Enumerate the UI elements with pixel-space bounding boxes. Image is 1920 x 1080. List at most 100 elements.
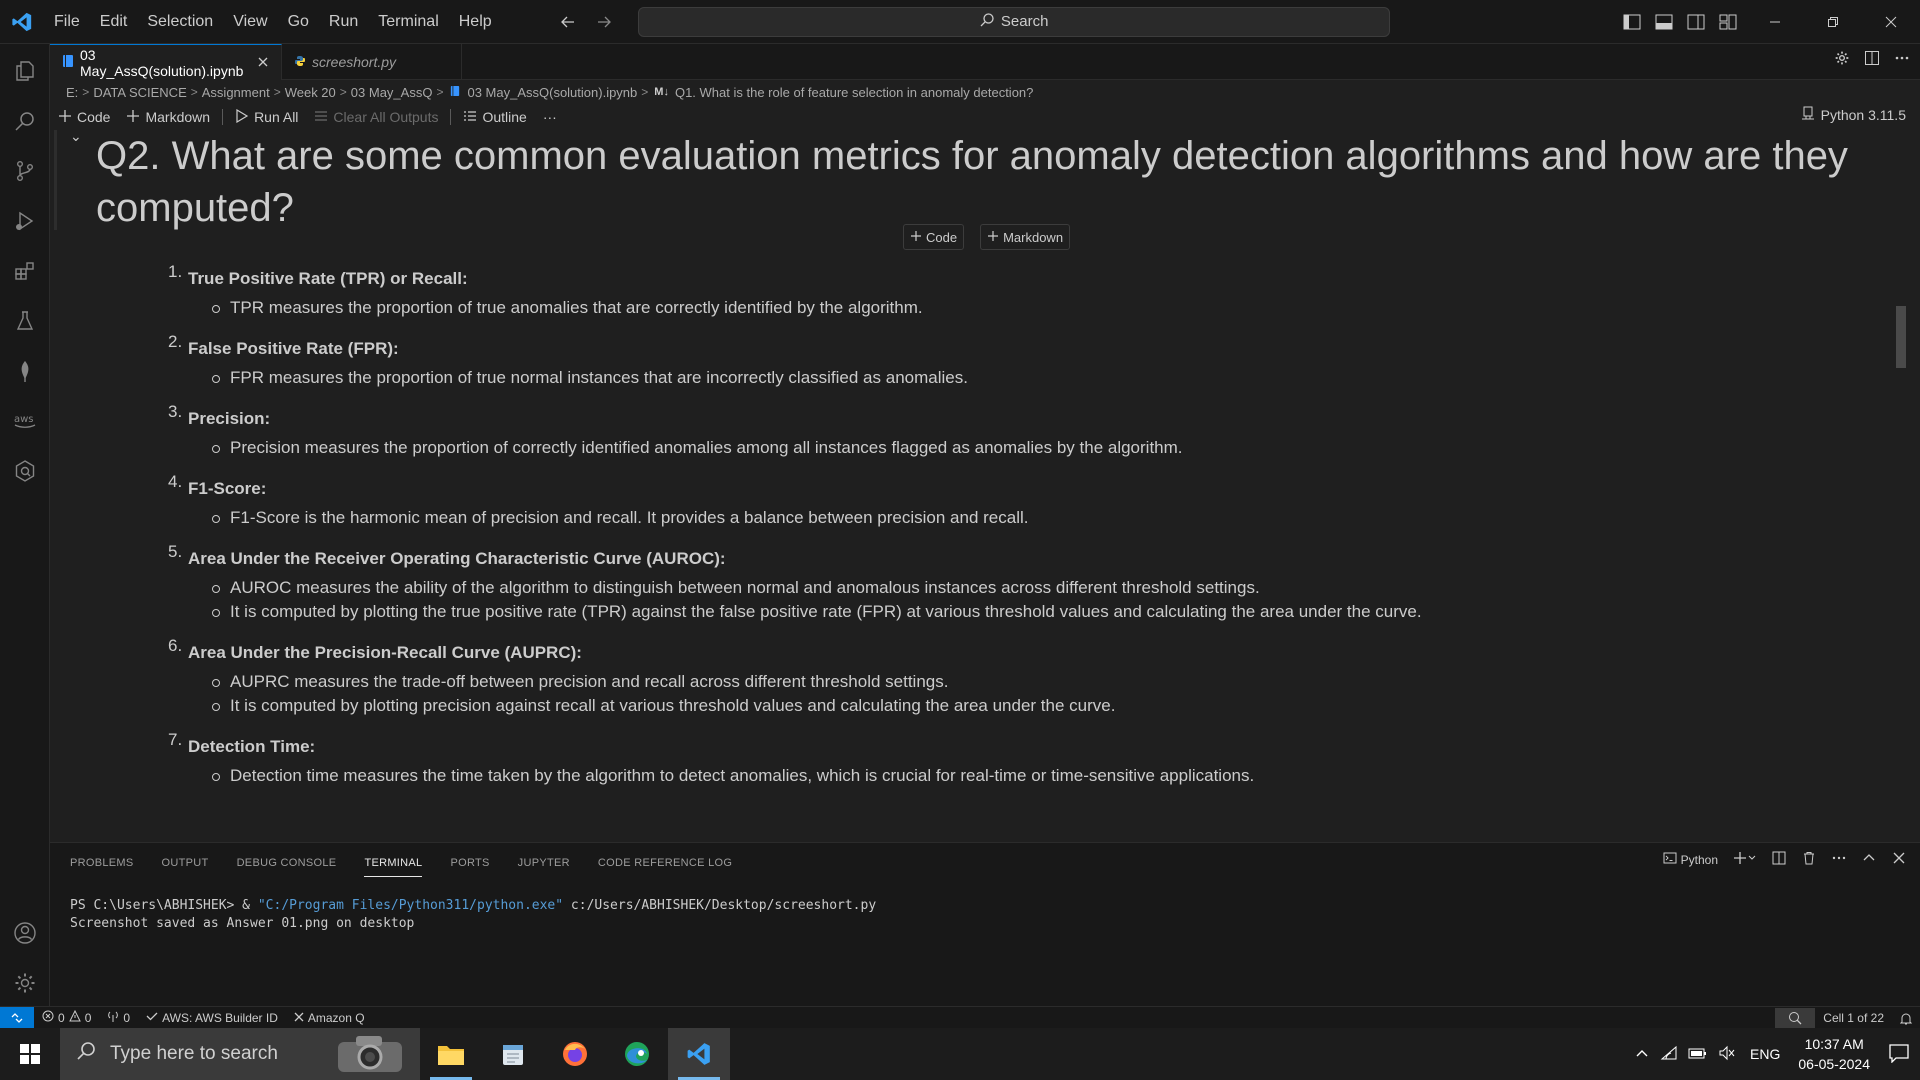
run-debug-icon[interactable] (0, 196, 50, 246)
breadcrumb-item[interactable]: Week 20 (285, 85, 336, 100)
button-label: Outline (482, 109, 527, 125)
notebook-settings-gear-icon[interactable] (1834, 50, 1850, 69)
menu-item-terminal[interactable]: Terminal (368, 7, 448, 37)
insert-markdown-cell-button[interactable]: Markdown (980, 224, 1071, 250)
kill-terminal-trash-icon[interactable] (1802, 851, 1816, 868)
menu-item-run[interactable]: Run (319, 7, 368, 37)
amazon-q-icon[interactable] (0, 446, 50, 496)
tab-notebook[interactable]: 03 May_AssQ(solution).ipynb (50, 44, 282, 80)
tab-screeshort-py[interactable]: screeshort.py (282, 44, 462, 80)
notifications-bell-icon[interactable] (1892, 1012, 1920, 1025)
toggle-panel-icon[interactable] (1652, 8, 1676, 36)
menu-item-edit[interactable]: Edit (90, 7, 138, 37)
bullet-text: AUROC measures the ability of the algori… (212, 576, 1820, 600)
amazon-q-status[interactable]: Amazon Q (286, 1011, 373, 1025)
toggle-primary-sidebar-icon[interactable] (1620, 8, 1644, 36)
notification-center-icon[interactable] (1888, 1043, 1910, 1066)
close-panel-icon[interactable] (1892, 851, 1906, 868)
breadcrumb-item[interactable]: 03 May_AssQ(solution).ipynb (467, 85, 637, 100)
breadcrumb-item[interactable]: 03 May_AssQ (351, 85, 433, 100)
more-actions-icon[interactable] (1894, 50, 1910, 69)
show-hidden-icons-chevron-icon[interactable] (1634, 1045, 1650, 1064)
close-tab-icon[interactable] (257, 55, 269, 71)
minimize-icon[interactable] (1746, 0, 1804, 44)
notebook-editor: ⌄ Q2. What are some common evaluation me… (50, 130, 1906, 840)
explorer-icon[interactable] (0, 46, 50, 96)
breadcrumb-item[interactable]: DATA SCIENCE (93, 85, 186, 100)
new-terminal-plus-icon[interactable] (1734, 851, 1756, 868)
panel-tab-code-reference-log[interactable]: CODE REFERENCE LOG (598, 855, 732, 877)
run-all-button[interactable]: Run All (227, 106, 306, 128)
speaker-muted-icon[interactable] (1718, 1045, 1736, 1064)
extensions-icon[interactable] (0, 246, 50, 296)
menu-item-help[interactable]: Help (449, 7, 502, 37)
add-markdown-cell-button[interactable]: Markdown (118, 106, 218, 128)
network-icon[interactable] (1660, 1045, 1678, 1064)
item-title: Precision: (188, 409, 271, 428)
terminal-shell-selector[interactable]: Python (1663, 851, 1718, 868)
file-explorer-taskbar-icon[interactable] (420, 1028, 482, 1080)
ports-status[interactable]: 0 (99, 1010, 138, 1025)
terminal-output[interactable]: PS C:\Users\ABHISHEK> & "C:/Program File… (70, 897, 876, 933)
panel-tab-problems[interactable]: PROBLEMS (70, 855, 134, 877)
title-bar: File Edit Selection View Go Run Terminal Help S… (0, 0, 1920, 44)
collapse-chevron-icon[interactable]: ⌄ (70, 130, 82, 145)
customize-layout-icon[interactable] (1716, 8, 1740, 36)
toolbar-divider (222, 109, 224, 125)
edge-taskbar-icon[interactable] (606, 1028, 668, 1080)
panel-tab-terminal[interactable]: TERMINAL (364, 855, 423, 877)
panel-more-icon[interactable] (1832, 851, 1846, 868)
split-terminal-icon[interactable] (1772, 851, 1786, 868)
breadcrumb-item[interactable]: Assignment (202, 85, 270, 100)
list-item: 7. Detection Time: Detection time measur… (120, 730, 1820, 788)
svg-text:aws: aws (14, 414, 34, 425)
manage-gear-icon[interactable] (0, 958, 50, 1008)
menu-item-view[interactable]: View (223, 7, 277, 37)
menu-item-go[interactable]: Go (278, 7, 319, 37)
menu-item-selection[interactable]: Selection (137, 7, 223, 37)
back-arrow-icon[interactable] (554, 8, 582, 36)
panel-tab-output[interactable]: OUTPUT (162, 855, 209, 877)
panel-tab-jupyter[interactable]: JUPYTER (518, 855, 570, 877)
notepad-taskbar-icon[interactable] (482, 1028, 544, 1080)
panel-tab-ports[interactable]: PORTS (450, 855, 489, 877)
windows-start-icon[interactable] (0, 1028, 60, 1080)
clear-all-outputs-button[interactable]: Clear All Outputs (306, 106, 446, 128)
zoom-icon[interactable] (1775, 1007, 1816, 1029)
source-control-icon[interactable] (0, 146, 50, 196)
firefox-taskbar-icon[interactable] (544, 1028, 606, 1080)
taskbar-search-box[interactable]: Type here to search (60, 1028, 420, 1080)
breadcrumb-item[interactable]: E: (66, 85, 78, 100)
accounts-icon[interactable] (0, 908, 50, 958)
toggle-secondary-sidebar-icon[interactable] (1684, 8, 1708, 36)
aws-connection-status[interactable]: AWS: AWS Builder ID (138, 1010, 286, 1025)
toolbar-more-button[interactable]: ··· (535, 106, 565, 128)
kernel-picker[interactable]: Python 3.11.5 (1801, 106, 1906, 123)
battery-icon[interactable] (1688, 1046, 1708, 1063)
editor-scrollbar-thumb[interactable] (1896, 306, 1906, 368)
insert-code-cell-button[interactable]: Code (903, 224, 965, 250)
clock[interactable]: 10:37 AM 06-05-2024 (1798, 1034, 1870, 1074)
bullet-text: It is computed by plotting the true posi… (212, 600, 1820, 624)
vscode-taskbar-icon[interactable] (668, 1028, 730, 1080)
outline-button[interactable]: Outline (455, 106, 534, 128)
close-window-icon[interactable] (1862, 0, 1920, 44)
command-center-search[interactable]: Search (637, 6, 1390, 37)
mongodb-leaf-icon[interactable] (0, 346, 50, 396)
restore-icon[interactable] (1804, 0, 1862, 44)
testing-flask-icon[interactable] (0, 296, 50, 346)
menu-item-file[interactable]: File (44, 7, 90, 37)
item-number: 6. (168, 636, 183, 655)
forward-arrow-icon[interactable] (590, 8, 618, 36)
split-editor-icon[interactable] (1864, 50, 1880, 69)
remote-indicator-icon[interactable] (0, 1006, 34, 1029)
language-indicator[interactable]: ENG (1750, 1046, 1780, 1062)
problems-status[interactable]: 0 0 (34, 1009, 99, 1025)
add-code-cell-button[interactable]: Code (50, 106, 118, 128)
aws-icon[interactable]: aws (0, 396, 50, 446)
search-view-icon[interactable] (0, 96, 50, 146)
maximize-panel-chevron-up-icon[interactable] (1862, 851, 1876, 868)
panel-tab-debug-console[interactable]: DEBUG CONSOLE (237, 855, 337, 877)
cell-position[interactable]: Cell 1 of 22 (1815, 1011, 1892, 1025)
breadcrumb-item[interactable]: Q1. What is the role of feature selectio… (675, 85, 1033, 100)
